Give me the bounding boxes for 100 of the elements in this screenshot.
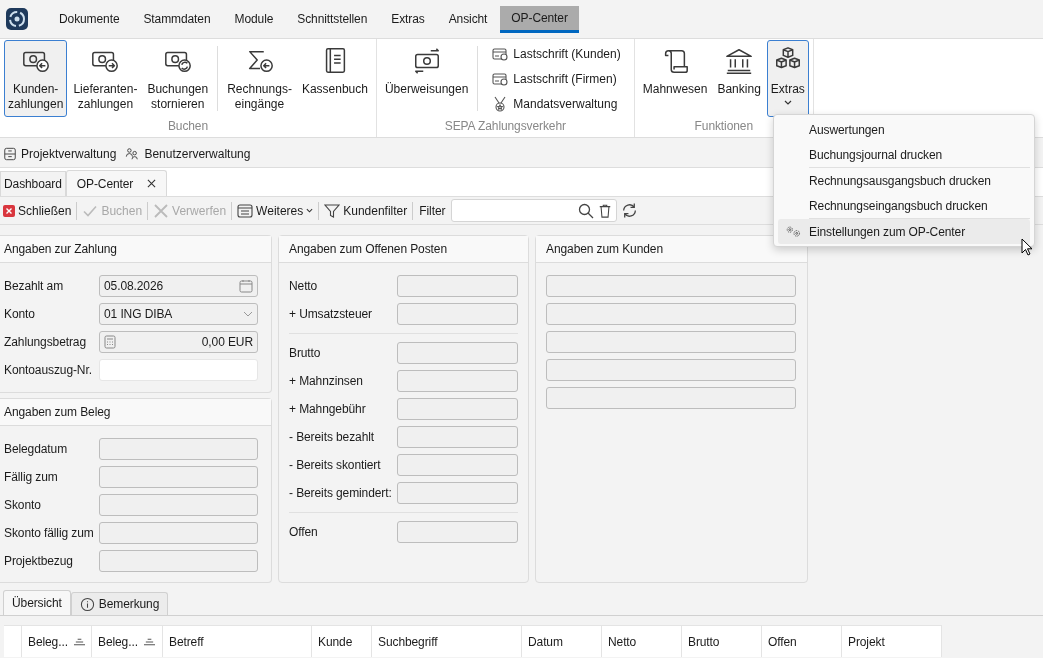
- panel-title: Angaben zum Kunden: [536, 236, 807, 263]
- tab[interactable]: Übersicht: [3, 590, 71, 615]
- input-field[interactable]: [397, 303, 518, 325]
- trash-icon[interactable]: [598, 202, 613, 219]
- column-header[interactable]: Beleg...: [92, 626, 163, 657]
- chevron-down-icon[interactable]: [243, 311, 253, 317]
- input-field[interactable]: [546, 275, 796, 297]
- caret-icon: [306, 208, 314, 213]
- menu-tab[interactable]: Stammdaten: [132, 5, 222, 33]
- menu-tab[interactable]: Extras: [380, 5, 436, 33]
- app-logo-icon[interactable]: [6, 8, 28, 30]
- menu-item[interactable]: Rechnungsausgangsbuch drucken: [778, 168, 1030, 193]
- input-field[interactable]: [99, 550, 258, 572]
- caret-icon: [783, 100, 792, 105]
- field-label: Skonto fällig zum: [3, 526, 95, 540]
- quick-link[interactable]: Benutzerverwaltung: [123, 145, 252, 162]
- ribbon-button[interactable]: Lieferanten- zahlungen: [69, 40, 142, 117]
- input-field[interactable]: [397, 454, 518, 476]
- tab[interactable]: Bemerkung: [70, 592, 169, 615]
- menu-tab[interactable]: Module: [223, 5, 285, 33]
- input-field[interactable]: [546, 331, 796, 353]
- input-field[interactable]: 0,00 EUR: [99, 331, 258, 353]
- panel-title: Angaben zur Zahlung: [0, 236, 271, 263]
- menu-item[interactable]: Buchungsjournal drucken: [778, 142, 1030, 167]
- panel-title: Angaben zum Beleg: [0, 399, 271, 426]
- column-header[interactable]: Projekt: [842, 626, 942, 657]
- filter-label: Filter: [419, 203, 446, 218]
- ribbon-button[interactable]: Extras: [766, 40, 809, 117]
- filter-field[interactable]: [451, 199, 618, 222]
- ribbon-button[interactable]: Mahnwesen: [638, 40, 712, 117]
- ribbon-button[interactable]: Kunden- zahlungen: [4, 40, 68, 117]
- menu-tab[interactable]: Ansicht: [437, 5, 499, 33]
- ribbon-button[interactable]: Kassenbuch: [297, 40, 372, 117]
- input-field[interactable]: [397, 275, 518, 297]
- input-field[interactable]: [546, 359, 796, 381]
- field-label: Bezahlt am: [3, 279, 65, 293]
- toolbar-button[interactable]: Schließen: [0, 201, 75, 220]
- input-field[interactable]: 01 ING DIBA: [99, 303, 258, 325]
- column-header[interactable]: Datum: [522, 626, 602, 657]
- document-tab[interactable]: OP-Center: [65, 170, 168, 196]
- input-field[interactable]: [397, 370, 518, 392]
- document-tab[interactable]: Dashboard: [0, 171, 66, 196]
- toolbar-button[interactable]: Weiteres: [234, 200, 317, 221]
- menu-tab[interactable]: Dokumente: [48, 5, 131, 33]
- field-label: Fällig zum: [3, 470, 59, 484]
- quick-link[interactable]: Projektverwaltung: [2, 145, 118, 162]
- input-field[interactable]: [397, 342, 518, 364]
- bank-icon: [724, 46, 755, 76]
- ribbon-button[interactable]: Lastschrift (Firmen): [489, 68, 624, 89]
- menu-item[interactable]: Rechnungseingangsbuch drucken: [778, 193, 1030, 218]
- cabinet-icon: [3, 146, 17, 161]
- ribbon-button[interactable]: Buchungen stornieren: [143, 40, 213, 117]
- calculator-icon[interactable]: [104, 335, 116, 349]
- group-title: SEPA Zahlungsverkehr: [443, 118, 567, 135]
- column-header[interactable]: Beleg...: [22, 626, 92, 657]
- column-header[interactable]: Brutto: [682, 626, 762, 657]
- input-field[interactable]: [99, 494, 258, 516]
- column-header[interactable]: Offen: [762, 626, 842, 657]
- menu-item[interactable]: Auswertungen: [778, 117, 1030, 142]
- refresh-icon[interactable]: [621, 202, 639, 219]
- field-label: + Mahnzinsen: [289, 374, 364, 388]
- menu-tab[interactable]: OP-Center: [500, 5, 579, 33]
- input-field[interactable]: [546, 387, 796, 409]
- close-icon[interactable]: [147, 179, 157, 188]
- field-label: Konto: [3, 307, 36, 321]
- list-window-icon: [237, 202, 254, 219]
- ribbon-button[interactable]: Mandatsverwaltung: [489, 93, 624, 114]
- menu-item[interactable]: Einstellungen zum OP-Center: [778, 219, 1030, 244]
- column-header[interactable]: Kunde: [312, 626, 372, 657]
- field-label: Skonto: [3, 498, 42, 512]
- input-field[interactable]: [99, 466, 258, 488]
- input-field[interactable]: 05.08.2026: [99, 275, 258, 297]
- ribbon-button[interactable]: Überweisungen: [380, 40, 473, 117]
- column-header[interactable]: Netto: [602, 626, 682, 657]
- field-label: Zahlungsbetrag: [3, 335, 87, 349]
- field-label: Brutto: [289, 346, 322, 360]
- sort-icon[interactable]: [143, 637, 155, 646]
- ribbon-button[interactable]: Lastschrift (Kunden): [489, 43, 624, 64]
- column-header[interactable]: Betreff: [163, 626, 312, 657]
- ribbon-button[interactable]: Banking: [713, 40, 765, 117]
- toolbar-button[interactable]: Kundenfilter: [321, 200, 411, 221]
- input-field[interactable]: [99, 522, 258, 544]
- input-field[interactable]: [546, 303, 796, 325]
- card-icon: [492, 45, 509, 62]
- input-field[interactable]: [397, 398, 518, 420]
- field-label: - Bereits bezahlt: [289, 430, 375, 444]
- menu-tab[interactable]: Schnittstellen: [286, 5, 379, 33]
- field-label: Netto: [289, 279, 319, 293]
- ribbon-button[interactable]: Rechnungs- eingänge: [223, 40, 296, 117]
- column-header[interactable]: Suchbegriff: [372, 626, 522, 657]
- input-field[interactable]: [397, 521, 518, 543]
- sort-icon[interactable]: [73, 637, 85, 646]
- search-icon[interactable]: [578, 202, 595, 219]
- input-field[interactable]: [397, 482, 518, 504]
- calendar-icon[interactable]: [239, 279, 253, 293]
- card-icon: [492, 70, 509, 87]
- users-icon: [124, 146, 141, 161]
- input-field[interactable]: [397, 426, 518, 448]
- field-label: Kontoauszug-Nr.: [3, 363, 93, 377]
- input-field[interactable]: [99, 438, 258, 460]
